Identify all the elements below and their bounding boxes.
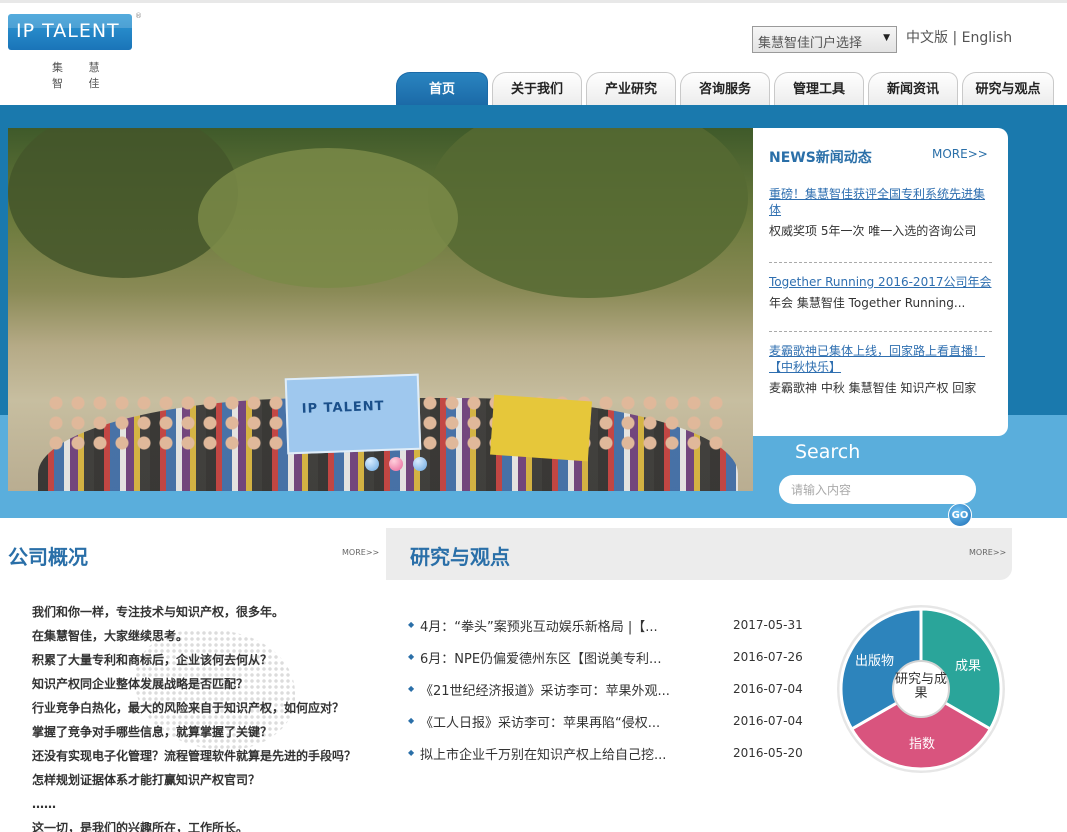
news-item-desc: 权威奖项 5年一次 唯一入选的咨询公司 (769, 224, 977, 238)
company-line: 还没有实现电子化管理？流程管理软件就算是先进的手段吗？ (32, 749, 357, 763)
logo-brand-text: IP TALENT (16, 20, 120, 42)
language-switch: 中文版 | English (906, 27, 1012, 47)
research-row-title[interactable]: 4月：“拳头”案预兆互动娱乐新格局 |【... (420, 616, 715, 635)
news-item-link[interactable]: 麦霸歌神已集体上线，回家路上看直播！【中秋快乐】 (769, 343, 992, 375)
registered-mark: ® (135, 12, 142, 20)
nav-tab-about[interactable]: 关于我们 (492, 72, 582, 105)
search-input[interactable] (779, 475, 976, 504)
news-panel: NEWS新闻动态 MORE>> 重磅！集慧智佳获评全国专利系统先进集体 权威奖项… (753, 128, 1008, 436)
nav-tab-research-views[interactable]: 研究与观点 (962, 72, 1054, 105)
research-row[interactable]: ◆ 《工人日报》采访李可：苹果再陷“侵权... 2016-07-04 (408, 710, 818, 742)
news-more-link[interactable]: MORE>> (932, 147, 988, 161)
bullet-icon: ◆ (408, 684, 415, 693)
research-row-date: 2016-05-20 (733, 746, 803, 760)
news-item: Together Running 2016-2017公司年会 年会 集慧智佳 T… (769, 274, 992, 313)
pie-label-publications: 出版物 (855, 654, 895, 669)
news-item-link[interactable]: 重磅！集慧智佳获评全国专利系统先进集体 (769, 186, 992, 218)
news-item-desc: 年会 集慧智佳 Together Running... (769, 296, 966, 310)
lang-english-link[interactable]: English (962, 30, 1013, 46)
lang-chinese-link[interactable]: 中文版 (906, 30, 948, 46)
bullet-icon: ◆ (408, 620, 415, 629)
company-line: …… (32, 797, 56, 811)
research-list: ◆ 4月：“拳头”案预兆互动娱乐新格局 |【... 2017-05-31 ◆ 6… (408, 614, 818, 774)
slider-dot-1[interactable] (365, 457, 379, 471)
research-row-title[interactable]: 《工人日报》采访李可：苹果再陷“侵权... (420, 712, 715, 731)
news-item-link[interactable]: Together Running 2016-2017公司年会 (769, 274, 992, 290)
logo-tagline: 集 慧 智 佳 (52, 61, 111, 90)
nav-tab-home[interactable]: 首页 (396, 72, 488, 105)
banner-photo[interactable]: IP TALENT (8, 128, 753, 491)
research-row-title[interactable]: 6月：NPE仍偏爱德州东区【图说美专利... (420, 648, 715, 667)
photo-banner-flag: IP TALENT (284, 373, 422, 455)
research-row[interactable]: ◆ 4月：“拳头”案预兆互动娱乐新格局 |【... 2017-05-31 (408, 614, 818, 646)
news-item-desc: 麦霸歌神 中秋 集慧智佳 知识产权 回家 (769, 381, 977, 395)
bullet-icon: ◆ (408, 716, 415, 725)
research-row[interactable]: ◆ 《21世纪经济报道》采访李可：苹果外观... 2016-07-04 (408, 678, 818, 710)
company-overview-title: 公司概况 (8, 545, 88, 569)
site-logo[interactable]: IP TALENT ® 集 慧 智 佳 (8, 12, 142, 90)
bullet-icon: ◆ (408, 652, 415, 661)
nav-tab-consulting[interactable]: 咨询服务 (680, 72, 770, 105)
page: IP TALENT ® 集 慧 智 佳 集慧智佳门户选择 ▼ 中文版 | Eng… (0, 0, 1067, 832)
company-line: 在集慧智佳，大家继续思考。 (32, 629, 189, 643)
research-row[interactable]: ◆ 拟上市企业千万别在知识产权上给自己挖... 2016-05-20 (408, 742, 818, 774)
research-row-title[interactable]: 《21世纪经济报道》采访李可：苹果外观... (420, 680, 715, 699)
news-title: NEWS新闻动态 (769, 150, 872, 166)
slider-dot-3[interactable] (413, 457, 427, 471)
research-row-date: 2016-07-26 (733, 650, 803, 664)
photo-tree-right (428, 128, 748, 298)
bullet-icon: ◆ (408, 748, 415, 757)
news-divider (769, 262, 992, 263)
dropdown-arrow-icon: ▼ (883, 33, 890, 43)
portal-select[interactable]: 集慧智佳门户选择 ▼ (752, 26, 897, 53)
nav-tab-tools[interactable]: 管理工具 (774, 72, 864, 105)
photo-hill (198, 148, 458, 288)
research-row[interactable]: ◆ 6月：NPE仍偏爱德州东区【图说美专利... 2016-07-26 (408, 646, 818, 678)
research-title: 研究与观点 (410, 545, 510, 569)
news-item: 麦霸歌神已集体上线，回家路上看直播！【中秋快乐】 麦霸歌神 中秋 集慧智佳 知识… (769, 343, 992, 398)
research-row-date: 2016-07-04 (733, 682, 803, 696)
photo-yellow-flag (490, 394, 592, 462)
browser-strip (0, 0, 1067, 3)
nav-tab-news[interactable]: 新闻资讯 (868, 72, 958, 105)
nav-tab-industry-research[interactable]: 产业研究 (586, 72, 676, 105)
company-more-link[interactable]: MORE>> (342, 548, 379, 557)
news-divider (769, 331, 992, 332)
news-item: 重磅！集慧智佳获评全国专利系统先进集体 权威奖项 5年一次 唯一入选的咨询公司 (769, 186, 992, 241)
research-pie-nav: 出版物 成果 指数 研究与成果 (835, 603, 1007, 775)
company-line: 行业竞争白热化，最大的风险来自于知识产权，如何应对？ (32, 701, 345, 715)
slider-dot-2[interactable] (389, 457, 403, 471)
search-go-button[interactable]: GO (948, 503, 972, 527)
pie-label-index: 指数 (909, 737, 936, 752)
company-line: 掌握了竞争对手哪些信息，就算掌握了关键？ (32, 725, 273, 739)
company-overview-text: 我们和你一样，专注技术与知识产权，很多年。 在集慧智佳，大家继续思考。 积累了大… (32, 600, 356, 832)
lang-separator: | (952, 30, 958, 46)
portal-select-value: 集慧智佳门户选择 (758, 36, 863, 51)
company-line: 我们和你一样，专注技术与知识产权，很多年。 (32, 605, 285, 619)
pie-label-results: 成果 (955, 659, 982, 674)
company-line: 怎样规划证据体系才能打赢知识产权官司？ (32, 773, 261, 787)
search-label: Search (795, 441, 861, 463)
pie-center-label[interactable]: 研究与成果 (895, 673, 947, 701)
flag-text: IP TALENT (301, 398, 385, 417)
company-line: 这一切，是我们的兴趣所在，工作所长。 (32, 821, 249, 832)
research-row-title[interactable]: 拟上市企业千万别在知识产权上给自己挖... (420, 744, 715, 763)
research-more-link[interactable]: MORE>> (969, 548, 1006, 557)
company-line: 积累了大量专利和商标后，企业该何去何从？ (32, 653, 273, 667)
company-line: 知识产权同企业整体发展战略是否匹配？ (32, 677, 249, 691)
research-row-date: 2016-07-04 (733, 714, 803, 728)
research-row-date: 2017-05-31 (733, 618, 803, 632)
